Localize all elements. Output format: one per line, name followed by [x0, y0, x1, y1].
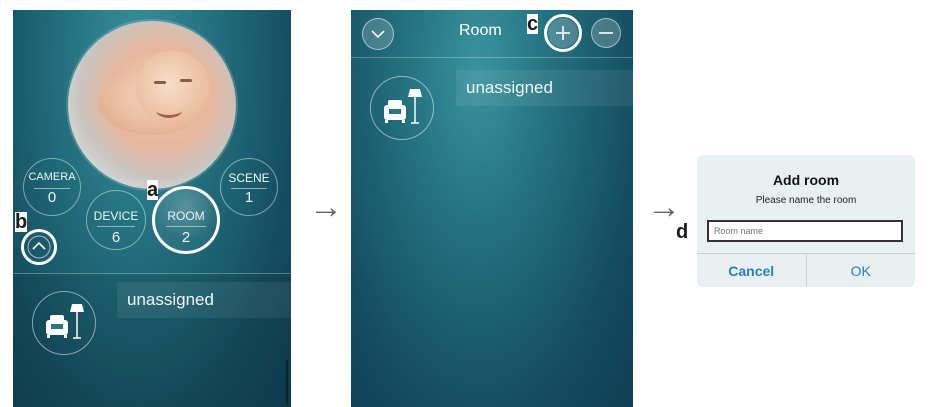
marker-a: a: [147, 179, 159, 201]
room-icon-button[interactable]: [370, 76, 434, 140]
scene-count: 1: [244, 189, 254, 206]
camera-count: 0: [47, 189, 57, 206]
header-title: Room: [459, 22, 502, 39]
ok-button[interactable]: OK: [805, 254, 916, 287]
device-separator: [97, 226, 135, 227]
expand-button[interactable]: [21, 229, 57, 265]
photo-smile: [156, 103, 182, 118]
dialog-title: Add room: [772, 172, 840, 188]
header-divider: [351, 57, 633, 58]
remove-room-button[interactable]: [591, 18, 621, 48]
collapse-button[interactable]: [362, 18, 394, 50]
room-button-highlight: [152, 186, 220, 254]
sofa-lamp-icon: [384, 89, 422, 124]
arrow-right-icon: →: [309, 188, 343, 226]
scene-button[interactable]: SCENE 1: [220, 158, 278, 216]
dialog-buttons: Cancel OK: [697, 253, 915, 287]
add-room-highlight: [544, 14, 582, 52]
add-room-dialog: Add room Please name the room Cancel OK: [697, 155, 915, 287]
camera-label: CAMERA: [28, 171, 76, 183]
room-name-label[interactable]: unassigned: [117, 282, 291, 318]
photo-eye: [180, 79, 192, 82]
device-count: 6: [111, 229, 121, 246]
marker-d: d: [676, 221, 689, 243]
chevron-up-icon: [27, 235, 51, 259]
device-button[interactable]: DEVICE 6: [86, 190, 146, 250]
chevron-down-icon: [371, 30, 385, 39]
sofa-lamp-icon: [46, 304, 84, 339]
camera-button[interactable]: CAMERA 0: [23, 158, 81, 216]
photo-eye: [154, 81, 166, 84]
minus-icon: [599, 32, 613, 34]
scrollbar[interactable]: [286, 360, 288, 405]
cancel-button[interactable]: Cancel: [697, 254, 806, 287]
home-screen: CAMERA 0 SCENE 1 DEVICE 6 ROOM 2 unassig…: [13, 10, 291, 407]
marker-c: c: [527, 13, 539, 35]
dialog-message: Please name the room: [755, 195, 857, 206]
room-icon-button[interactable]: [32, 291, 96, 355]
device-label: DEVICE: [93, 209, 139, 223]
scene-label: SCENE: [228, 171, 270, 185]
room-name-input[interactable]: [707, 220, 903, 242]
marker-b: b: [15, 211, 28, 233]
room-screen: Room unassigned: [351, 10, 633, 407]
baby-photo: [68, 21, 236, 189]
room-name-label[interactable]: unassigned: [456, 70, 633, 106]
